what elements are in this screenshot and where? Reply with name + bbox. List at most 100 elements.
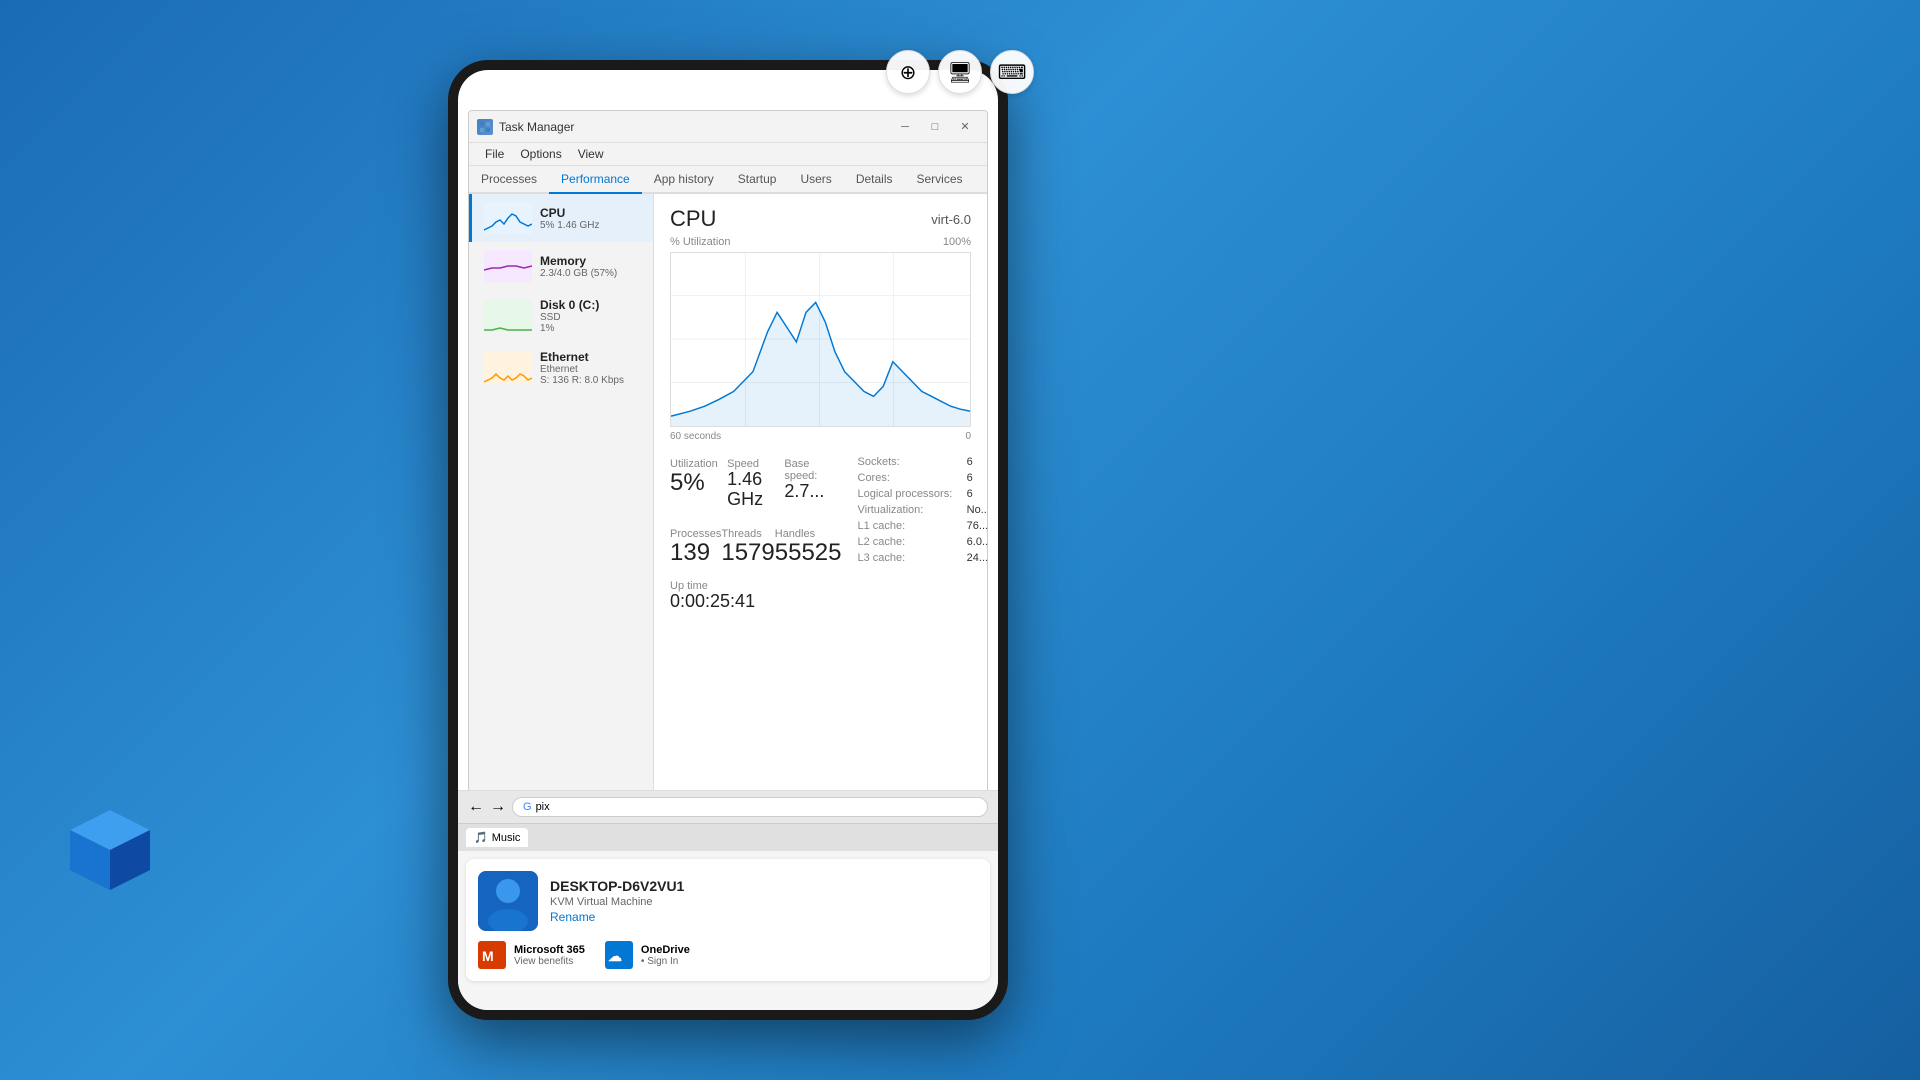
- processes-value: 139: [670, 540, 721, 566]
- spec-panel: Sockets: 6 Cores: 6 Logical processors: …: [858, 454, 988, 612]
- onedrive-name: OneDrive: [641, 944, 690, 956]
- browser-forward[interactable]: →: [490, 798, 506, 816]
- base-speed-stat: Base speed: 2.7...: [784, 454, 841, 514]
- device-frame: Task Manager ─ □ ✕ File Options View Pro…: [448, 60, 1008, 1020]
- sockets-value: 6: [967, 454, 987, 470]
- ethernet-mini-graph: [484, 352, 532, 384]
- threads-label: Threads: [721, 528, 774, 540]
- browser-toolbar: ← → G pix: [458, 791, 998, 824]
- secondary-stats-grid: Processes 139 Threads 1579 Handles 55525: [670, 524, 842, 570]
- blue-cube-icon: [60, 800, 160, 900]
- l2-label: L2 cache:: [858, 534, 959, 550]
- ethernet-detail2: S: 136 R: 8.0 Kbps: [540, 375, 641, 386]
- handles-label: Handles: [775, 528, 842, 540]
- ms365-icon: M: [478, 941, 506, 969]
- menu-view[interactable]: View: [570, 145, 612, 163]
- uptime-value: 0:00:25:41: [670, 592, 842, 612]
- l1-label: L1 cache:: [858, 518, 959, 534]
- keyboard-button[interactable]: ⌨: [990, 50, 1034, 94]
- memory-sidebar-info: Memory 2.3/4.0 GB (57%): [540, 254, 641, 279]
- music-icon: 🎵: [474, 831, 488, 844]
- tab-app-history[interactable]: App history: [642, 166, 726, 194]
- util-stat-value: 5%: [670, 470, 727, 496]
- menu-bar: File Options View: [469, 143, 987, 166]
- l2-value: 6.0...: [967, 534, 987, 550]
- cpu-graph: [670, 252, 971, 427]
- computer-avatar: [478, 871, 538, 931]
- zero-label: 0: [965, 431, 971, 442]
- memory-mini-graph: [484, 250, 532, 282]
- tab-processes[interactable]: Processes: [469, 166, 549, 194]
- tab-performance[interactable]: Performance: [549, 166, 642, 194]
- zoom-button[interactable]: ⊕: [886, 50, 930, 94]
- cpu-header: CPU virt-6.0: [670, 206, 971, 232]
- tab-users[interactable]: Users: [788, 166, 843, 194]
- svg-text:M: M: [482, 948, 494, 964]
- ms365-name: Microsoft 365: [514, 944, 585, 956]
- computer-info-panel: DESKTOP-D6V2VU1 KVM Virtual Machine Rena…: [466, 859, 990, 981]
- disk-label: Disk 0 (C:): [540, 298, 641, 312]
- logical-value: 6: [967, 486, 987, 502]
- ms365-logo: M: [478, 941, 506, 969]
- minimize-button[interactable]: ─: [891, 117, 919, 137]
- ethernet-detail1: Ethernet: [540, 364, 641, 375]
- menu-file[interactable]: File: [477, 145, 512, 163]
- music-tab[interactable]: 🎵 Music: [466, 828, 528, 847]
- tab-bar: Processes Performance App history Startu…: [469, 166, 987, 194]
- handles-stat: Handles 55525: [775, 524, 842, 570]
- base-speed-label: Base speed:: [784, 458, 841, 482]
- toolbar-overlay: ⊕ 🖥 ⌨: [886, 50, 1034, 94]
- cpu-detail: 5% 1.46 GHz: [540, 220, 641, 231]
- maximize-button[interactable]: □: [921, 117, 949, 137]
- computer-name: DESKTOP-D6V2VU1: [550, 878, 684, 894]
- cpu-label: CPU: [540, 206, 641, 220]
- sidebar-item-memory[interactable]: Memory 2.3/4.0 GB (57%): [469, 242, 653, 290]
- window-title: Task Manager: [499, 120, 891, 134]
- threads-value: 1579: [721, 540, 774, 566]
- speed-stat: Speed 1.46 GHz: [727, 454, 784, 514]
- onedrive-logo: ☁: [605, 941, 633, 969]
- cpu-model: virt-6.0: [931, 212, 971, 227]
- disk-mini-graph: [484, 300, 532, 332]
- onedrive-action: • Sign In: [641, 956, 690, 967]
- cpu-title: CPU: [670, 206, 716, 232]
- disk-detail1: SSD: [540, 312, 641, 323]
- spec-grid: Sockets: 6 Cores: 6 Logical processors: …: [858, 454, 988, 566]
- browser-tabs: 🎵 Music: [458, 824, 998, 851]
- browser-back[interactable]: ←: [468, 798, 484, 816]
- device-screen: Task Manager ─ □ ✕ File Options View Pro…: [458, 70, 998, 1010]
- menu-options[interactable]: Options: [512, 145, 569, 163]
- stats-left: Utilization 5% Speed 1.46 GHz Base speed…: [670, 454, 842, 612]
- computer-type: KVM Virtual Machine: [550, 896, 684, 908]
- stats-row: Utilization 5% Speed 1.46 GHz Base speed…: [670, 454, 971, 612]
- uptime-section: Up time 0:00:25:41: [670, 580, 842, 612]
- computer-text-info: DESKTOP-D6V2VU1 KVM Virtual Machine Rena…: [550, 878, 684, 924]
- onedrive-entry: ☁ OneDrive • Sign In: [605, 941, 690, 969]
- address-bar[interactable]: G pix: [512, 797, 988, 817]
- sockets-label: Sockets:: [858, 454, 959, 470]
- ethernet-sidebar-info: Ethernet Ethernet S: 136 R: 8.0 Kbps: [540, 350, 641, 386]
- remote-button[interactable]: 🖥: [938, 50, 982, 94]
- sidebar-item-cpu[interactable]: CPU 5% 1.46 GHz: [469, 194, 653, 242]
- graph-footer: 60 seconds 0: [670, 431, 971, 442]
- virt-label: Virtualization:: [858, 502, 959, 518]
- apps-row: M Microsoft 365 View benefits ☁: [478, 941, 978, 969]
- ms365-info: Microsoft 365 View benefits: [514, 944, 585, 967]
- computer-avatar-icon: [478, 871, 538, 931]
- tab-services[interactable]: Services: [905, 166, 975, 194]
- sidebar-item-ethernet[interactable]: Ethernet Ethernet S: 136 R: 8.0 Kbps: [469, 342, 653, 394]
- disk-sidebar-info: Disk 0 (C:) SSD 1%: [540, 298, 641, 334]
- processes-label: Processes: [670, 528, 721, 540]
- speed-stat-value: 1.46 GHz: [727, 470, 784, 510]
- search-text: pix: [536, 801, 550, 813]
- disk-detail2: 1%: [540, 323, 641, 334]
- tab-startup[interactable]: Startup: [726, 166, 789, 194]
- base-speed-value: 2.7...: [784, 482, 841, 502]
- sidebar-item-disk[interactable]: Disk 0 (C:) SSD 1%: [469, 290, 653, 342]
- rename-link[interactable]: Rename: [550, 910, 684, 924]
- window-controls: ─ □ ✕: [891, 117, 979, 137]
- utilization-stat: Utilization 5%: [670, 454, 727, 514]
- cpu-mini-graph: [484, 202, 532, 234]
- tab-details[interactable]: Details: [844, 166, 905, 194]
- close-button[interactable]: ✕: [951, 117, 979, 137]
